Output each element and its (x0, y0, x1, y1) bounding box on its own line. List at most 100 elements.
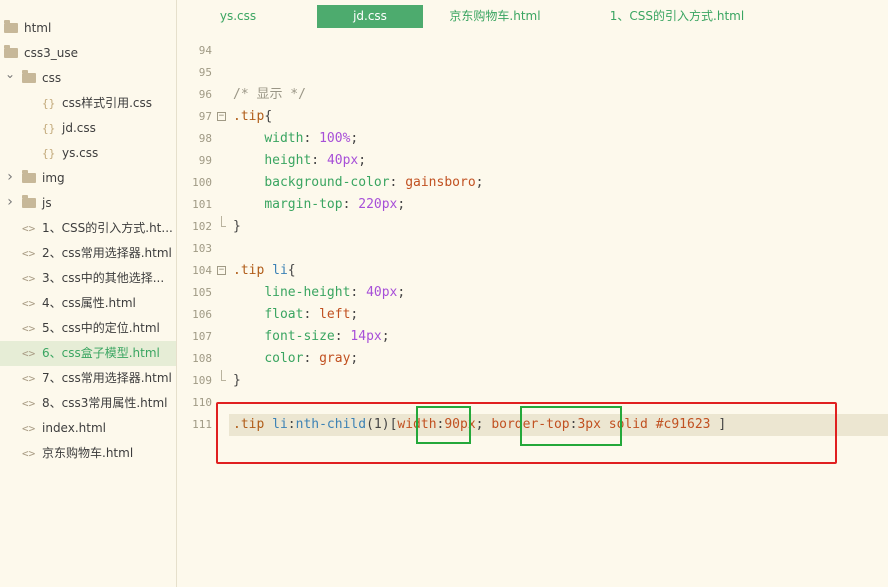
code-token: : (303, 131, 320, 146)
code-token: ; (350, 351, 359, 366)
code-token: background-color (264, 175, 390, 190)
code-text: width: 100%; (233, 128, 358, 150)
code-editor[interactable]: 94 95 96/* 显示 */97− .tip{98 width: 100%; 99 … (177, 38, 888, 587)
tree-item[interactable]: <> 6、css盒子模型.html (0, 341, 176, 366)
html-file-icon: <> (22, 272, 36, 285)
code-token: ; (397, 197, 406, 212)
code-text: } (233, 216, 241, 238)
code-token: .tip (233, 263, 265, 278)
tree-item[interactable]: {} jd.css (0, 116, 176, 141)
code-line[interactable]: width: 100%; (177, 128, 888, 150)
tree-item-label: 3、css中的其他选择... (42, 271, 165, 285)
tree-item-label: 京东购物车.html (42, 446, 134, 460)
code-line[interactable]: color: gray; (177, 348, 888, 370)
tab-4[interactable]: 1、CSS的引入方式.html (577, 5, 777, 28)
code-text: background-color: gainsboro; (233, 172, 483, 194)
code-token: : (350, 285, 367, 300)
code-text: font-size: 14px; (233, 326, 389, 348)
tree-item[interactable]: css3_use (0, 41, 176, 66)
code-token: margin-top (264, 197, 343, 212)
tree-item-label: 7、css常用选择器.html (42, 371, 172, 385)
tree-item[interactable]: <> 8、css3常用属性.html (0, 391, 176, 416)
code-text: color: gray; (233, 348, 358, 370)
tab-1[interactable]: ys.css (195, 5, 281, 28)
code-token: 40px (326, 153, 359, 168)
code-token: } (233, 219, 241, 234)
code-token: 40px (366, 285, 398, 300)
tree-item[interactable]: <> 京东购物车.html (0, 441, 176, 466)
tree-item[interactable]: › img (0, 166, 176, 191)
tree-item-label: jd.css (62, 121, 96, 135)
html-file-icon: <> (22, 322, 36, 335)
tree-item-label: 1、CSS的引入方式.ht... (42, 221, 173, 235)
chevron-right-icon[interactable]: › (4, 191, 16, 215)
code-line[interactable] (177, 62, 888, 84)
code-line[interactable]: background-color: gainsboro; (177, 172, 888, 194)
code-token: : (342, 197, 359, 212)
css-file-icon: {} (42, 122, 56, 135)
tree-item[interactable]: <> 4、css属性.html (0, 291, 176, 316)
code-line[interactable]: .tip li{ (177, 260, 888, 282)
tree-item-label: 6、css盒子模型.html (42, 346, 160, 360)
code-line[interactable]: float: left; (177, 304, 888, 326)
tree-item[interactable]: <> 3、css中的其他选择... (0, 266, 176, 291)
code-text: .tip{ (233, 106, 272, 128)
line-number: 111 (192, 418, 212, 431)
code-token: height (264, 153, 312, 168)
tree-item[interactable]: html (0, 16, 176, 41)
chevron-right-icon[interactable]: › (4, 166, 16, 190)
code-text: /* 显示 */ (233, 84, 306, 106)
code-line[interactable]: margin-top: 220px; (177, 194, 888, 216)
folder-icon (4, 20, 18, 33)
tree-item-label: 5、css中的定位.html (42, 321, 160, 335)
code-token: gainsboro (405, 175, 476, 190)
tree-item[interactable]: › js (0, 191, 176, 216)
tree-item[interactable]: {} css样式引用.css (0, 91, 176, 116)
code-token: 220px (358, 197, 398, 212)
tab-bar: ys.css jd.css 京东购物车.html 1、CSS的引入方式.html (177, 0, 888, 31)
code-line[interactable]: height: 40px; (177, 150, 888, 172)
tree-item[interactable]: <> 2、css常用选择器.html (0, 241, 176, 266)
code-token: gray (319, 351, 351, 366)
code-token: left (319, 307, 351, 322)
code-token: { (264, 109, 273, 124)
code-text: line-height: 40px; (233, 282, 405, 304)
code-token: 100% (319, 131, 351, 146)
tab-3[interactable]: 京东购物车.html (431, 5, 559, 28)
code-token: .tip (233, 109, 265, 124)
code-token: font-size (264, 329, 335, 344)
code-line[interactable]: /* 显示 */ (177, 84, 888, 106)
code-line[interactable] (177, 238, 888, 260)
tree-item-label: html (24, 21, 52, 35)
code-line[interactable]: .tip{ (177, 106, 888, 128)
html-file-icon: <> (22, 222, 36, 235)
code-token: ; (358, 153, 367, 168)
code-token: : (303, 351, 320, 366)
tree-item[interactable]: <> 1、CSS的引入方式.ht... (0, 216, 176, 241)
tree-item[interactable]: <> index.html (0, 416, 176, 441)
code-token: ; (397, 285, 406, 300)
code-text: float: left; (233, 304, 358, 326)
chevron-down-icon[interactable]: ⌄ (4, 66, 16, 87)
code-token: { (287, 263, 296, 278)
code-line[interactable]: } (177, 370, 888, 392)
code-line[interactable]: } (177, 216, 888, 238)
tree-item[interactable]: ⌄ css (0, 66, 176, 91)
tree-item[interactable]: <> 7、css常用选择器.html (0, 366, 176, 391)
tree-item[interactable]: <> 5、css中的定位.html (0, 316, 176, 341)
tree-item[interactable]: {} ys.css (0, 141, 176, 166)
code-line[interactable]: font-size: 14px; (177, 326, 888, 348)
code-token: : (334, 329, 351, 344)
tab-2[interactable]: jd.css (317, 5, 423, 28)
code-line[interactable]: line-height: 40px; (177, 282, 888, 304)
folder-icon (22, 70, 36, 83)
file-tree: html css3_use ⌄ css {} css样式引用.css {} jd.css {} y… (0, 0, 177, 587)
code-line[interactable] (177, 40, 888, 62)
html-file-icon: <> (22, 397, 36, 410)
code-token: : (311, 153, 327, 168)
html-file-icon: <> (22, 447, 36, 460)
